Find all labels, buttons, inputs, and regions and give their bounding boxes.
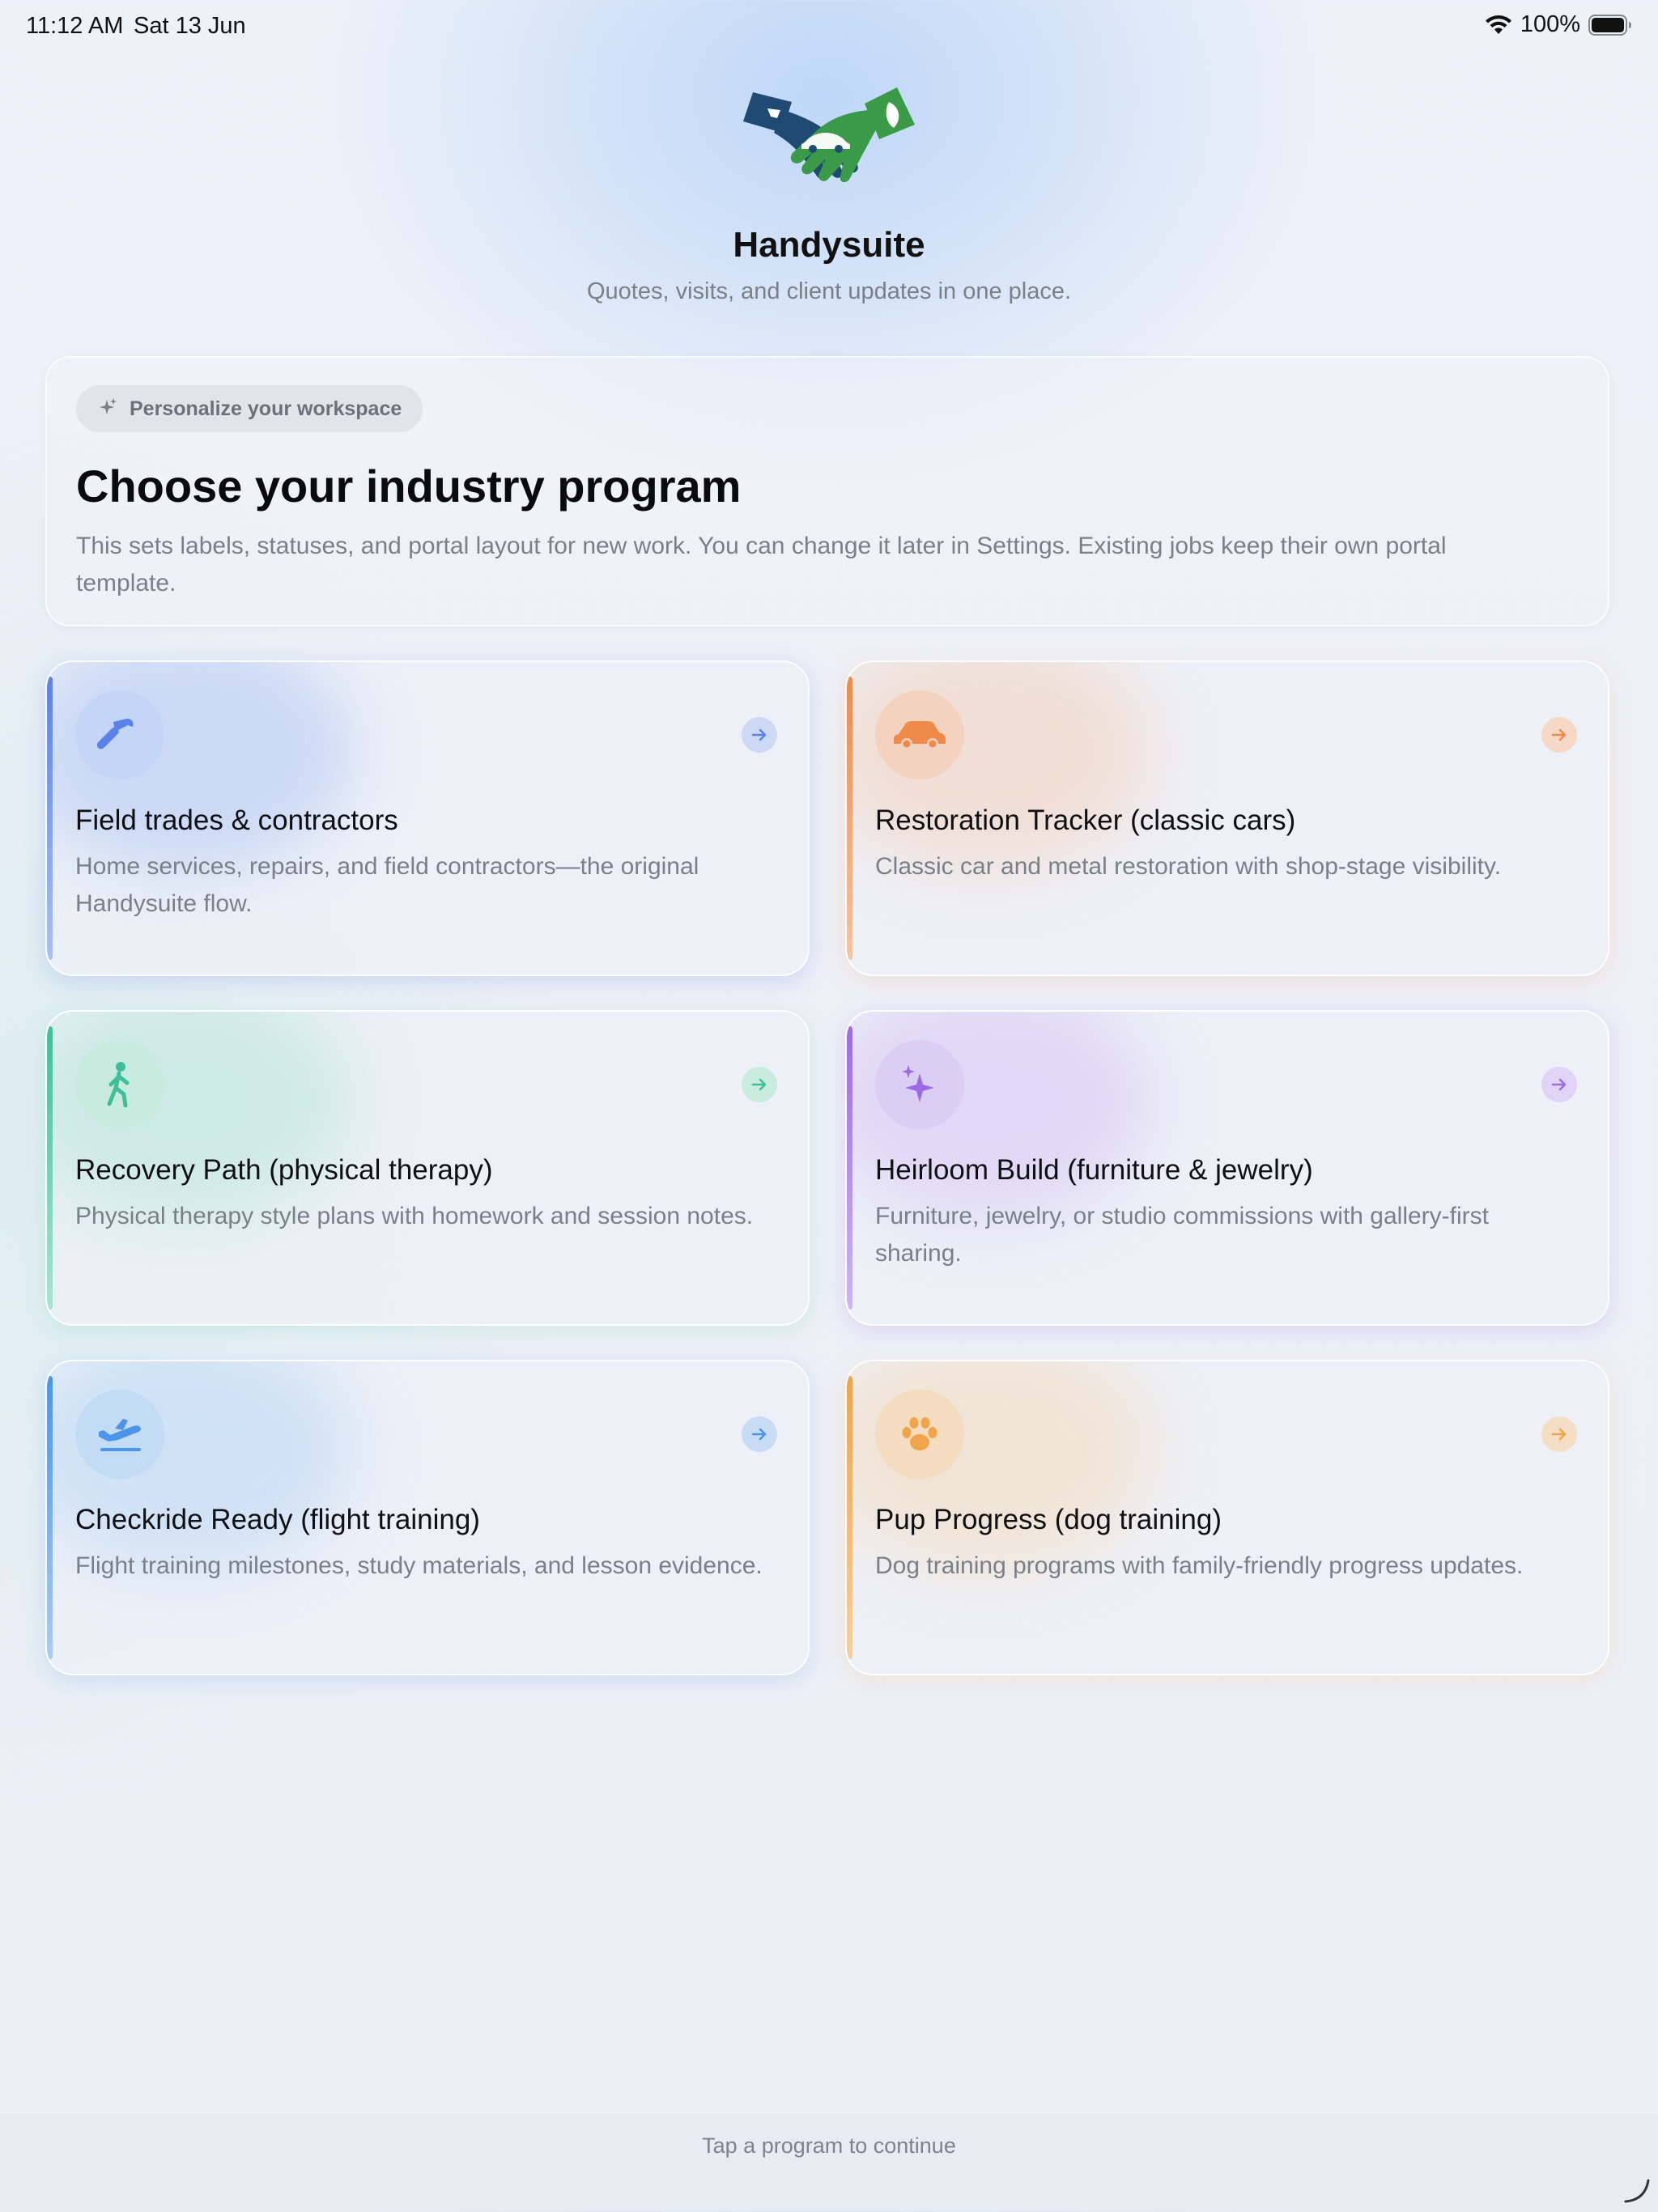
paw-print-icon [875,1390,964,1479]
program-title: Recovery Path (physical therapy) [75,1154,493,1186]
program-description: Dog training programs with family-friend… [875,1552,1524,1579]
intro-card: Personalize your workspace Choose your i… [45,356,1609,626]
program-card-heirloom-build[interactable]: Heirloom Build (furniture & jewelry) Fur… [845,1010,1609,1326]
battery-percentage: 100% [1520,11,1580,37]
status-date: Sat 13 Jun [134,13,246,39]
program-title: Pup Progress (dog training) [875,1504,1222,1535]
arrow-right-icon [1541,1067,1577,1102]
personalize-badge-label: Personalize your workspace [130,397,402,420]
sparkles-icon [875,1040,964,1129]
program-card-checkride-ready[interactable]: Checkride Ready (flight training) Flight… [45,1360,810,1675]
program-card-restoration-tracker[interactable]: Restoration Tracker (classic cars) Class… [845,660,1609,976]
arrow-right-icon [1541,717,1577,753]
personalize-badge: Personalize your workspace [76,385,423,432]
program-title: Restoration Tracker (classic cars) [875,805,1296,836]
airplane-takeoff-icon [75,1390,164,1479]
program-description: Furniture, jewelry, or studio commission… [875,1203,1489,1267]
status-time: 11:12 AM [26,13,124,39]
wifi-icon [1485,15,1512,36]
app-title: Handysuite [733,225,925,265]
accent-bar [847,677,852,960]
arrow-right-icon [742,717,777,753]
program-card-field-trades[interactable]: Field trades & contractors Home services… [45,660,810,976]
page-description: This sets labels, statuses, and portal l… [76,533,1447,597]
program-card-recovery-path[interactable]: Recovery Path (physical therapy) Physica… [45,1010,810,1326]
footer-hint: Tap a program to continue [702,2133,956,2158]
program-card-pup-progress[interactable]: Pup Progress (dog training) Dog training… [845,1360,1609,1675]
program-title: Checkride Ready (flight training) [75,1504,480,1535]
app-tagline: Quotes, visits, and client updates in on… [586,278,1072,304]
accent-bar [47,1376,53,1659]
page-title: Choose your industry program [76,461,742,512]
arrow-right-icon [742,1416,777,1452]
arrow-right-icon [742,1067,777,1102]
footer-bar [0,2112,1658,2212]
resize-handle-icon[interactable] [1622,2176,1652,2205]
status-indicators: 100% [1485,11,1632,38]
handshake-logo-icon [735,86,916,196]
sparkle-icon [97,397,118,422]
program-description: Flight training milestones, study materi… [75,1552,763,1579]
accent-bar [847,1376,852,1659]
program-title: Field trades & contractors [75,805,398,836]
accent-bar [847,1026,852,1310]
battery-icon [1588,14,1632,36]
hammer-icon [75,690,164,779]
status-bar: 11:12 AM Sat 13 Jun 100% [0,0,1658,52]
program-description: Physical therapy style plans with homewo… [75,1203,754,1229]
program-description: Classic car and metal restoration with s… [875,853,1502,880]
program-title: Heirloom Build (furniture & jewelry) [875,1154,1313,1186]
accent-bar [47,1026,53,1310]
walking-figure-icon [75,1040,164,1129]
car-icon [875,690,964,779]
program-description: Home services, repairs, and field contra… [75,853,699,917]
accent-bar [47,677,53,960]
arrow-right-icon [1541,1416,1577,1452]
